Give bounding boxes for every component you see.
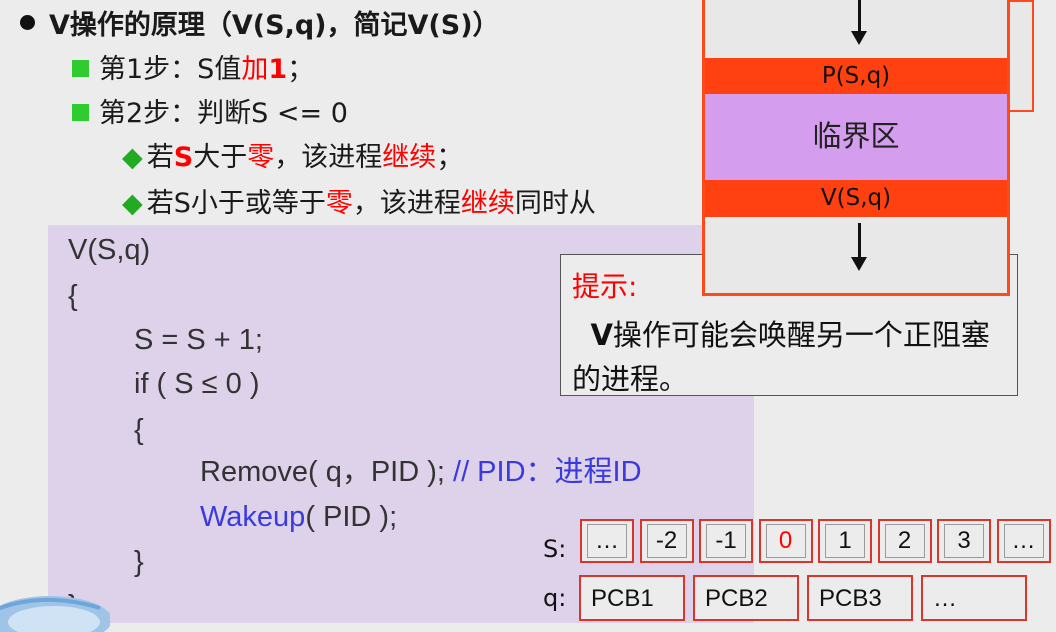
title-text: V操作的原理（ [49, 10, 232, 41]
diamond-bullet-icon: ◆ [122, 188, 143, 219]
code-line-4: if ( S ≤ 0 ) [134, 368, 260, 400]
tip-body: V操作可能会唤醒另一个正阻塞的进程。 [572, 313, 1012, 401]
arrow-head-icon [851, 257, 867, 271]
sub1-continue: 继续 [382, 142, 437, 173]
square-bullet-icon [72, 104, 89, 121]
arrow-down-icon [858, 0, 861, 33]
s-cell-value: … [595, 527, 619, 554]
q-cell: PCB2 [693, 575, 799, 621]
sub2-pre: 若S小于或等于 [146, 188, 326, 219]
sub2-post: 同时从 [514, 188, 596, 219]
s-cell-value: 1 [838, 527, 852, 554]
tip-body-text: 操作可能会唤醒另一个正阻塞的进程。 [572, 318, 990, 396]
step1-red: 加 [241, 54, 269, 85]
code-remove: Remove( q，PID ); [200, 456, 445, 488]
q-cell: PCB1 [579, 575, 685, 621]
bullet-dot-icon [20, 15, 35, 30]
sub2-continue: 继续 [460, 188, 515, 219]
tip-title: 提示: [572, 270, 638, 303]
s-row-label: S: [543, 535, 567, 563]
code-wakeup-args: ( PID ); [305, 501, 398, 533]
tip-body-bold: V [590, 318, 613, 352]
s-cell: … [996, 519, 1051, 563]
p-operation-band: P(S,q) [705, 58, 1007, 94]
step1-post: ； [287, 54, 315, 85]
title-mid: ，简记 [326, 10, 408, 41]
q-cell-value: … [933, 585, 957, 612]
sub-item-1: ◆ 若S大于零，该进程继续； [122, 138, 463, 178]
step1-text: 第1步：S值 [99, 54, 242, 85]
s-cell: 3 [937, 519, 991, 563]
s-cell-value: … [1011, 527, 1036, 554]
s-cell-value: 3 [957, 527, 971, 554]
step1-red-bold: 1 [268, 54, 288, 85]
q-cell-value: PCB3 [819, 585, 882, 612]
decorative-swirl-icon [0, 596, 110, 632]
sub-item-2: ◆ 若S小于或等于零，该进程继续同时从 [122, 184, 596, 224]
code-comment: // PID：进程ID [444, 456, 642, 488]
step1-item: 第1步：S值加1； [72, 50, 314, 90]
code-line-7: Wakeup( PID ); [200, 495, 397, 539]
q-row-label: q: [543, 584, 567, 612]
code-line-1: V(S,q) [68, 234, 151, 266]
arrow-down-icon [858, 223, 861, 259]
critical-section-diagram: P(S,q) 临界区 V(S,q) [702, 0, 1010, 296]
title-post: ） [472, 10, 500, 41]
s-cell: 1 [818, 519, 872, 563]
title-bold2: V(S) [407, 10, 473, 41]
s-cell: -2 [639, 519, 694, 563]
main-bullet: V操作的原理（V(S,q)，简记V(S)） [20, 6, 500, 46]
q-cell: PCB3 [807, 575, 913, 621]
critical-section-band: 临界区 [705, 94, 1007, 180]
sub1-post: ； [436, 142, 464, 173]
code-wakeup: Wakeup [200, 501, 306, 533]
sub1-s: S [173, 142, 194, 173]
s-cell-value: 0 [778, 527, 793, 554]
s-cell: 2 [877, 519, 932, 563]
sub2-mid: ，该进程 [352, 188, 461, 219]
q-cell-value: PCB1 [591, 585, 654, 612]
code-line-3: S = S + 1; [134, 324, 263, 356]
step2-text: 第2步：判断S <= 0 [99, 98, 348, 129]
code-line-8: } [134, 546, 144, 578]
code-line-6: Remove( q，PID ); // PID：进程ID [200, 450, 642, 494]
s-cell-value: 2 [897, 527, 912, 554]
code-line-5: { [134, 414, 144, 446]
diamond-bullet-icon: ◆ [122, 142, 143, 173]
s-cell: 0 [758, 519, 813, 563]
sub2-zero: 零 [325, 188, 353, 219]
square-bullet-icon [72, 60, 89, 77]
sub1-mid2: ，该进程 [274, 142, 383, 173]
sub1-pre: 若 [146, 142, 174, 173]
v-operation-band: V(S,q) [705, 180, 1007, 217]
diagram-edge-fragment [1010, 0, 1034, 112]
arrow-head-icon [851, 31, 867, 45]
title-bold: V(S,q) [231, 10, 327, 41]
s-cell: -1 [699, 519, 753, 563]
s-cell-value: -2 [655, 527, 678, 554]
q-cell-value: PCB2 [705, 585, 768, 612]
code-line-2: { [68, 280, 78, 312]
q-cell: … [921, 575, 1027, 621]
sub1-zero: 零 [247, 142, 275, 173]
sub1-mid: 大于 [193, 142, 248, 173]
s-cell: … [580, 519, 634, 563]
s-cell-value: -1 [715, 527, 737, 554]
step2-item: 第2步：判断S <= 0 [72, 94, 348, 134]
